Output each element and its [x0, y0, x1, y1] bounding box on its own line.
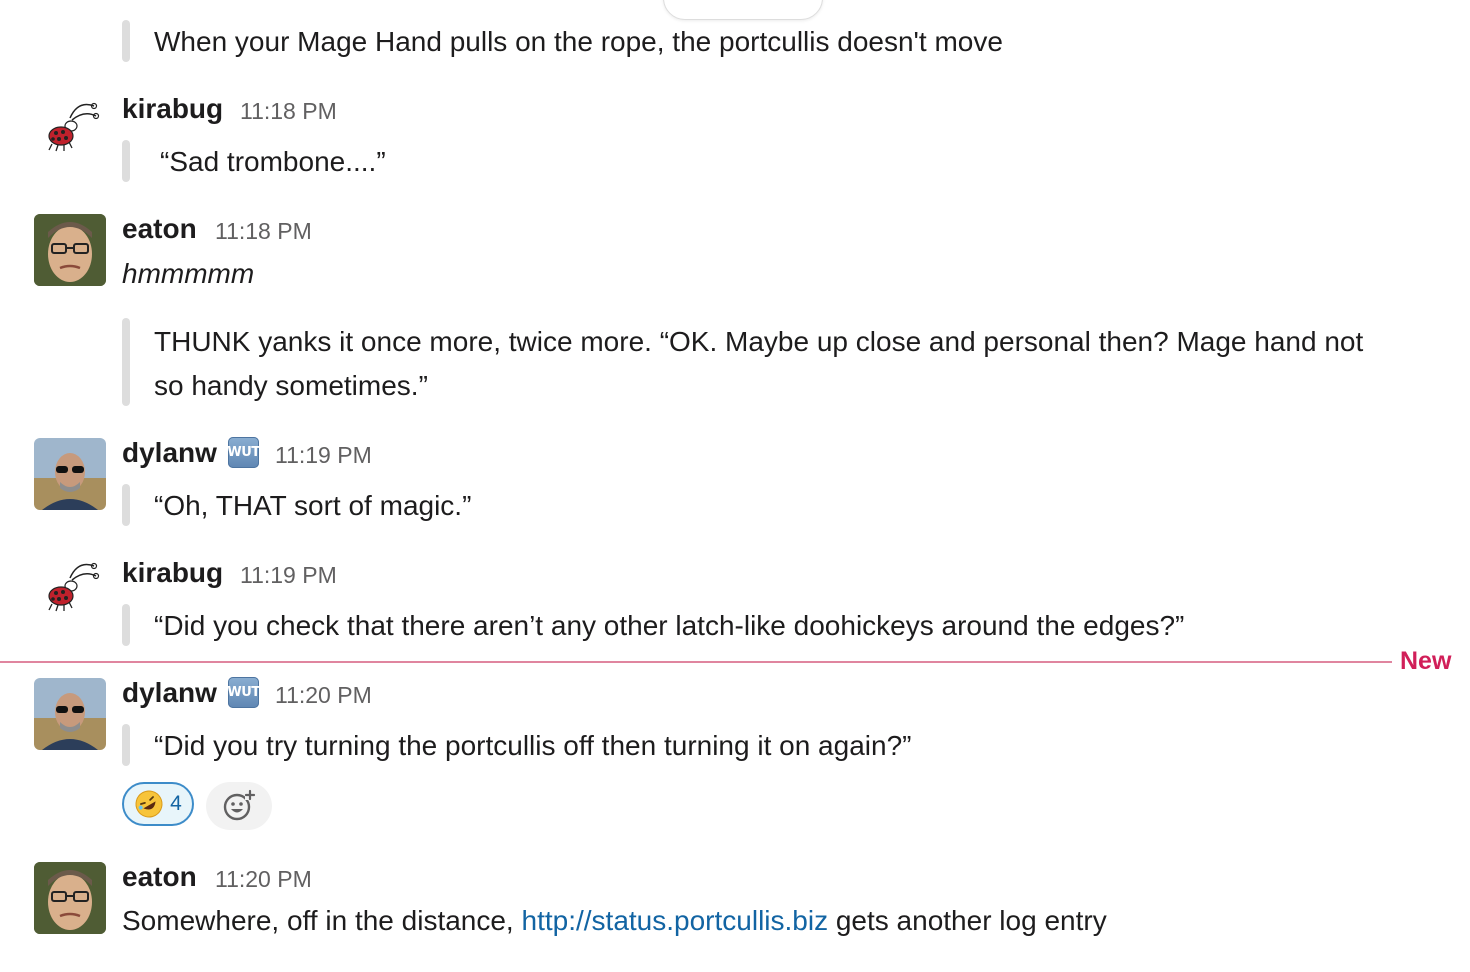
reaction-count: 4	[170, 792, 182, 815]
message-quote: “Sad trombone....”	[160, 146, 386, 177]
eaton-photo-icon	[34, 214, 106, 286]
message-quote: When your Mage Hand pulls on the rope, t…	[154, 26, 1003, 57]
message-quote: “Oh, THAT sort of magic.”	[154, 490, 472, 521]
username[interactable]: kirabug	[122, 555, 223, 591]
wut-status-icon[interactable]: WUT	[227, 677, 260, 708]
quote-bar	[122, 604, 130, 646]
avatar-eaton[interactable]	[34, 862, 106, 934]
avatar-dylanw[interactable]	[34, 438, 106, 510]
username[interactable]: kirabug	[122, 91, 223, 127]
ladybug-avatar-icon	[48, 562, 100, 612]
avatar-dylanw[interactable]	[34, 678, 106, 750]
message-text-before: Somewhere, off in the distance,	[122, 905, 522, 936]
username[interactable]: dylanw	[122, 435, 217, 471]
add-reaction-button[interactable]	[206, 782, 272, 830]
timestamp[interactable]: 11:18 PM	[215, 213, 312, 249]
quote-bar	[122, 724, 130, 766]
quote-bar	[122, 318, 130, 406]
dylanw-photo-icon	[34, 438, 106, 510]
jump-to-date-pill[interactable]	[663, 0, 823, 20]
new-messages-label: New	[1400, 647, 1452, 675]
message-quote-line: THUNK yanks it once more, twice more. “O…	[154, 326, 1364, 357]
timestamp[interactable]: 11:19 PM	[240, 557, 337, 593]
ladybug-avatar-icon	[48, 102, 100, 152]
message-quote: “Did you try turning the portcullis off …	[154, 730, 912, 761]
reaction-rofl-button[interactable]: 4	[122, 782, 194, 826]
wut-status-icon[interactable]: WUT	[227, 437, 260, 468]
avatar-kirabug[interactable]	[34, 96, 106, 168]
quote-bar	[122, 484, 130, 526]
avatar-eaton[interactable]	[34, 214, 106, 286]
message-text: Somewhere, off in the distance, http://s…	[122, 901, 1107, 941]
timestamp[interactable]: 11:18 PM	[240, 93, 337, 129]
status-link[interactable]: http://status.portcullis.biz	[522, 905, 829, 936]
quote-bar	[122, 20, 130, 62]
message-quote: “Did you check that there aren’t any oth…	[154, 610, 1185, 641]
username[interactable]: eaton	[122, 859, 197, 895]
eaton-photo-icon	[34, 862, 106, 934]
rolling-laughing-emoji-icon	[135, 790, 163, 818]
timestamp[interactable]: 11:19 PM	[275, 437, 372, 473]
username[interactable]: dylanw	[122, 675, 217, 711]
message-text: hmmmmm	[122, 258, 255, 289]
username[interactable]: eaton	[122, 211, 197, 247]
message-text-after: gets another log entry	[828, 905, 1107, 936]
timestamp[interactable]: 11:20 PM	[215, 861, 312, 897]
avatar-kirabug[interactable]	[34, 556, 106, 628]
quote-bar	[122, 140, 130, 182]
new-messages-divider	[0, 661, 1392, 663]
dylanw-photo-icon	[34, 678, 106, 750]
timestamp[interactable]: 11:20 PM	[275, 677, 372, 713]
add-emoji-icon	[223, 789, 256, 821]
message-quote-line: so handy sometimes.”	[154, 370, 428, 401]
